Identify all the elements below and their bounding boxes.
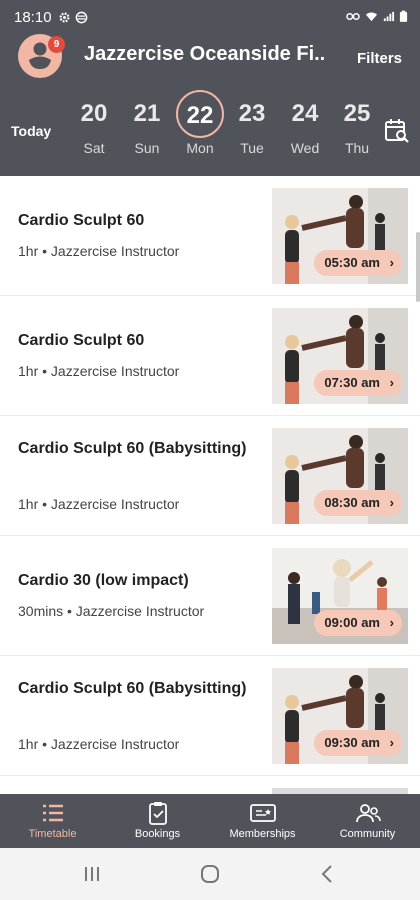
class-row[interactable]: Cardio Sculpt 60 (Babysitting) 1hr • Jaz… xyxy=(0,656,420,776)
class-row[interactable]: Cardio Sculpt 60 (Babysitting) 1hr • Jaz… xyxy=(0,416,420,536)
nav-community[interactable]: Community xyxy=(315,794,420,848)
class-time-button[interactable]: 09:00 am › xyxy=(314,610,402,636)
class-meta: 1hr • Jazzercise Instructor xyxy=(18,736,180,752)
class-row[interactable]: Cardio 30 (low impact) 30mins • Jazzerci… xyxy=(0,536,420,656)
list-icon xyxy=(42,804,63,822)
chevron-right-icon: › xyxy=(389,375,394,390)
class-title: Cardio Sculpt 60 xyxy=(18,332,145,349)
date-item[interactable]: 20 Sat xyxy=(68,90,120,160)
chevron-right-icon: › xyxy=(389,255,394,270)
class-time-button[interactable]: 05:30 am › xyxy=(314,250,402,276)
clipboard-check-icon xyxy=(148,802,167,825)
filters-button[interactable]: Filters xyxy=(357,50,402,67)
date-number: 23 xyxy=(238,100,266,127)
date-number: 25 xyxy=(343,100,371,127)
class-thumbnail: 08:30 am › xyxy=(272,428,408,524)
date-weekday: Thu xyxy=(344,140,370,156)
calendar-search-icon[interactable] xyxy=(384,118,410,144)
nav-label: Community xyxy=(339,828,396,840)
nav-memberships[interactable]: Memberships xyxy=(210,794,315,848)
class-thumbnail: 09:30 am › xyxy=(272,668,408,764)
nav-timetable[interactable]: Timetable xyxy=(0,794,105,848)
bottom-nav: Timetable Bookings Memberships Community xyxy=(0,794,420,848)
class-thumbnail: 09:00 am › xyxy=(272,548,408,644)
date-item[interactable]: 23 Tue xyxy=(226,90,278,160)
date-item[interactable]: 21 Sun xyxy=(121,90,173,160)
vpn-icon xyxy=(346,12,360,21)
status-bar: 18:10 xyxy=(0,0,420,34)
people-icon xyxy=(355,804,381,823)
class-time: 09:30 am xyxy=(324,735,380,750)
nav-label: Memberships xyxy=(229,828,296,840)
class-time-button[interactable]: 09:30 am › xyxy=(314,730,402,756)
nav-label: Bookings xyxy=(134,828,181,840)
date-weekday: Sun xyxy=(134,140,160,156)
class-title: Cardio 30 (low impact) xyxy=(18,572,189,589)
date-weekday: Wed xyxy=(290,140,320,156)
date-number: 21 xyxy=(133,100,161,127)
notification-badge: 9 xyxy=(48,36,65,53)
class-time: 07:30 am xyxy=(324,375,380,390)
class-thumbnail: 07:30 am › xyxy=(272,308,408,404)
back-icon[interactable] xyxy=(316,862,340,886)
battery-icon xyxy=(399,10,408,22)
status-time: 18:10 xyxy=(14,9,52,26)
date-number: 20 xyxy=(80,100,108,127)
chevron-right-icon: › xyxy=(389,615,394,630)
today-button[interactable]: Today xyxy=(11,123,51,139)
class-row[interactable]: Cardio Sculpt 60 1hr • Jazzercise Instru… xyxy=(0,176,420,296)
date-weekday: Sat xyxy=(83,140,105,156)
class-list[interactable]: Cardio Sculpt 60 1hr • Jazzercise Instru… xyxy=(0,176,420,794)
date-number: 22 xyxy=(176,90,224,138)
app-header: 18:10 9 Jazzercise Oceanside Fi.. Filter… xyxy=(0,0,420,176)
class-row-partial[interactable] xyxy=(0,776,420,794)
class-meta: 1hr • Jazzercise Instructor xyxy=(18,496,180,512)
class-title: Cardio Sculpt 60 xyxy=(18,212,145,229)
class-row[interactable]: Cardio Sculpt 60 1hr • Jazzercise Instru… xyxy=(0,296,420,416)
date-number: 24 xyxy=(291,100,319,127)
class-time-button[interactable]: 08:30 am › xyxy=(314,490,402,516)
class-time: 05:30 am xyxy=(324,255,380,270)
date-strip: 20 Sat 21 Sun 22 Mon 23 Tue 24 Wed 25 Th… xyxy=(68,90,384,160)
home-icon[interactable] xyxy=(198,862,222,886)
chevron-right-icon: › xyxy=(389,495,394,510)
date-item[interactable]: 24 Wed xyxy=(279,90,331,160)
nav-label: Timetable xyxy=(28,828,77,840)
date-weekday: Mon xyxy=(186,140,214,156)
recent-apps-icon[interactable] xyxy=(80,862,104,886)
class-time: 09:00 am xyxy=(324,615,380,630)
date-item[interactable]: 25 Thu xyxy=(331,90,383,160)
scrollbar[interactable] xyxy=(416,232,420,302)
nav-bookings[interactable]: Bookings xyxy=(105,794,210,848)
class-title: Cardio Sculpt 60 (Babysitting) xyxy=(18,440,247,457)
signal-icon xyxy=(383,11,395,22)
settings-icon xyxy=(59,12,70,23)
class-meta: 30mins • Jazzercise Instructor xyxy=(18,603,205,619)
class-title: Cardio Sculpt 60 (Babysitting) xyxy=(18,680,247,697)
system-nav-bar xyxy=(0,848,420,900)
class-thumbnail: 05:30 am › xyxy=(272,188,408,284)
class-time-button[interactable]: 07:30 am › xyxy=(314,370,402,396)
studio-name[interactable]: Jazzercise Oceanside Fi.. xyxy=(84,43,346,66)
class-time: 08:30 am xyxy=(324,495,380,510)
membership-card-icon xyxy=(249,804,276,822)
class-meta: 1hr • Jazzercise Instructor xyxy=(18,243,180,259)
class-meta: 1hr • Jazzercise Instructor xyxy=(18,363,180,379)
date-item-selected[interactable]: 22 Mon xyxy=(174,90,226,160)
wifi-icon xyxy=(365,12,378,22)
chevron-right-icon: › xyxy=(389,735,394,750)
date-weekday: Tue xyxy=(240,140,264,156)
at-icon xyxy=(75,11,88,24)
